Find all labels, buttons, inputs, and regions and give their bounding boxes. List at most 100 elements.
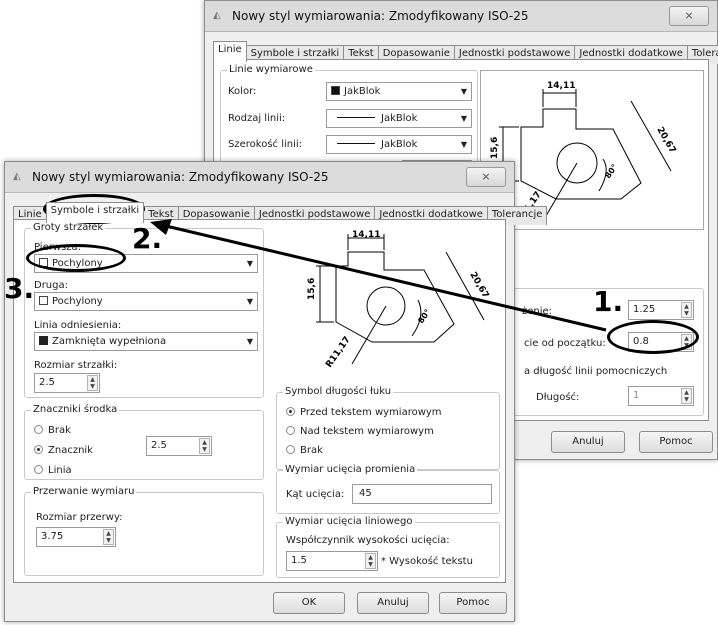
arc-before-text-label: Przed tekstem wymiarowym	[300, 407, 442, 418]
break-size-label: Rozmiar przerwy:	[36, 512, 123, 523]
leader-combo[interactable]: Zamknięta wypełniona ▼	[34, 332, 258, 351]
radio-selected-icon	[286, 407, 295, 416]
jog-angle-label: Kąt ucięcia:	[286, 489, 345, 500]
arc-above-text-radio[interactable]: Nad tekstem wymiarowym	[286, 426, 434, 437]
extension-value: 1.25	[633, 304, 656, 315]
chevron-down-icon: ▼	[460, 87, 467, 96]
chevron-down-icon: ▼	[460, 140, 467, 149]
ok-button[interactable]: OK	[273, 592, 345, 614]
spin-arrows-icon[interactable]: ▲▼	[199, 438, 210, 454]
jog-angle-input[interactable]: 45	[352, 484, 492, 504]
leader-label: Linia odniesienia:	[34, 320, 122, 331]
break-size-spin[interactable]: 3.75 ▲ ▼	[36, 527, 116, 547]
radio-selected-icon	[34, 445, 43, 454]
linetype-label: Rodzaj linii:	[228, 113, 286, 124]
front-preview: 14,11 15,6 20,67 80° R11,17	[276, 228, 500, 372]
center-mark-mark-label: Znacznik	[48, 445, 93, 456]
tab-linie[interactable]: Linie	[213, 41, 247, 62]
app-icon: ◭	[13, 171, 21, 182]
arc-none-radio[interactable]: Brak	[286, 445, 323, 456]
close-icon[interactable]: ⨯	[466, 167, 506, 187]
line-sample-icon	[337, 117, 375, 118]
preview-right-dim: 20,67	[654, 126, 677, 156]
linetype-value: JakBlok	[381, 113, 418, 124]
linetype-combo[interactable]: JakBlok ▼	[326, 109, 472, 128]
arrow-size-label: Rozmiar strzałki:	[34, 360, 118, 371]
fixed-length-checkbox-label[interactable]: a długość linii pomocniczych	[524, 366, 667, 377]
preview-left-dim: 15,6	[307, 278, 317, 300]
color-combo[interactable]: JakBlok ▼	[326, 82, 472, 101]
jog-height-factor-spin[interactable]: 1.5 ▲ ▼	[286, 551, 378, 571]
center-mark-line-label: Linia	[48, 465, 72, 476]
arrow-size-value: 2.5	[39, 377, 55, 388]
help-button[interactable]: Pomoc	[439, 592, 507, 614]
callout-two: 2.	[132, 222, 163, 255]
back-help-button[interactable]: Pomoc	[639, 431, 713, 453]
preview-top-dim: 14,11	[352, 230, 380, 240]
arrow-size-spin[interactable]: 2.5 ▲ ▼	[34, 373, 100, 393]
extension-spin[interactable]: 1.25 ▲ ▼	[628, 300, 694, 320]
offset-label: cie od początku:	[524, 338, 606, 349]
back-tabbar: Linie Symbole i strzałki Tekst Dopasowanie J…	[213, 41, 718, 64]
radius-jog-group-label: Wymiar ucięcia promienia	[283, 464, 418, 475]
chevron-down-icon: ▼	[460, 114, 467, 123]
center-marks-group-label: Znaczniki środka	[31, 404, 120, 415]
highlight-offset-field	[607, 320, 699, 354]
second-arrow-value: Pochylony	[52, 296, 103, 307]
preview-top-dim: 14,11	[547, 81, 575, 91]
tab-symbole[interactable]: Symbole i strzałki	[45, 202, 145, 223]
radio-icon	[286, 445, 295, 454]
arc-before-text-radio[interactable]: Przed tekstem wymiarowym	[286, 407, 442, 418]
length-label: Długość:	[536, 392, 580, 403]
callout-three: 3.	[4, 272, 35, 305]
front-dialog-title: Nowy styl wymiarowania: Zmodyfikowany IS…	[32, 170, 329, 184]
oblique-arrow-icon	[39, 296, 48, 305]
center-mark-size-spin[interactable]: 2.5 ▲ ▼	[146, 436, 212, 456]
center-mark-none-radio[interactable]: Brak	[34, 425, 71, 436]
app-icon: ◭	[213, 10, 221, 21]
jog-height-factor-label: Współczynnik wysokości ucięcia:	[286, 535, 450, 546]
extension-label: żenie:	[522, 306, 553, 317]
preview-left-dim: 15,6	[490, 137, 500, 159]
front-dialog-titlebar[interactable]: ◭ Nowy styl wymiarowania: Zmodyfikowany …	[5, 162, 514, 193]
length-spin[interactable]: 1 ▲ ▼	[628, 386, 694, 406]
preview-angle: 80°	[416, 308, 432, 326]
front-preview-drawing: 14,11 15,6 20,67 80° R11,17	[307, 230, 490, 370]
front-dialog: ◭ Nowy styl wymiarowania: Zmodyfikowany …	[4, 161, 548, 622]
center-mark-line-radio[interactable]: Linia	[34, 465, 72, 476]
spin-arrows-icon[interactable]: ▲▼	[365, 553, 376, 569]
arc-none-label: Brak	[300, 445, 323, 456]
center-mark-none-label: Brak	[48, 425, 71, 436]
close-icon[interactable]: ⨯	[669, 6, 709, 26]
highlight-first-arrow-combo	[26, 244, 126, 272]
color-swatch-icon	[331, 86, 340, 95]
spin-arrows-icon[interactable]: ▲▼	[103, 529, 114, 545]
center-mark-mark-radio[interactable]: Znacznik	[34, 445, 93, 456]
back-dialog-title: Nowy styl wymiarowania: Zmodyfikowany IS…	[232, 9, 529, 23]
radio-icon	[34, 465, 43, 474]
line-sample-icon	[337, 143, 375, 144]
callout-one: 1.	[593, 285, 624, 318]
linear-jog-group-label: Wymiar ucięcia liniowego	[283, 516, 415, 527]
back-cancel-button[interactable]: Anuluj	[551, 431, 625, 453]
length-value: 1	[633, 390, 640, 401]
second-arrow-label: Druga:	[34, 280, 68, 291]
cancel-button[interactable]: Anuluj	[357, 592, 429, 614]
back-dialog-titlebar[interactable]: ◭ Nowy styl wymiarowania: Zmodyfikowany …	[205, 1, 717, 32]
chevron-down-icon: ▼	[246, 297, 253, 306]
break-size-value: 3.75	[41, 531, 64, 542]
spin-arrows-icon[interactable]: ▲▼	[681, 302, 692, 318]
jog-height-factor-value: 1.5	[291, 555, 307, 566]
text-height-suffix: * Wysokość tekstu	[381, 556, 473, 567]
color-value: JakBlok	[344, 86, 381, 97]
spin-arrows-icon[interactable]: ▲▼	[681, 388, 692, 404]
arc-above-text-label: Nad tekstem wymiarowym	[300, 426, 434, 437]
center-mark-size-value: 2.5	[151, 440, 167, 451]
arc-length-group-label: Symbol długości łuku	[283, 386, 394, 397]
chevron-down-icon: ▼	[246, 259, 253, 268]
spin-arrows-icon[interactable]: ▲▼	[87, 375, 98, 391]
radio-icon	[286, 426, 295, 435]
radio-icon	[34, 425, 43, 434]
second-arrow-combo[interactable]: Pochylony ▼	[34, 292, 258, 311]
lineweight-combo[interactable]: JakBlok ▼	[326, 135, 472, 154]
